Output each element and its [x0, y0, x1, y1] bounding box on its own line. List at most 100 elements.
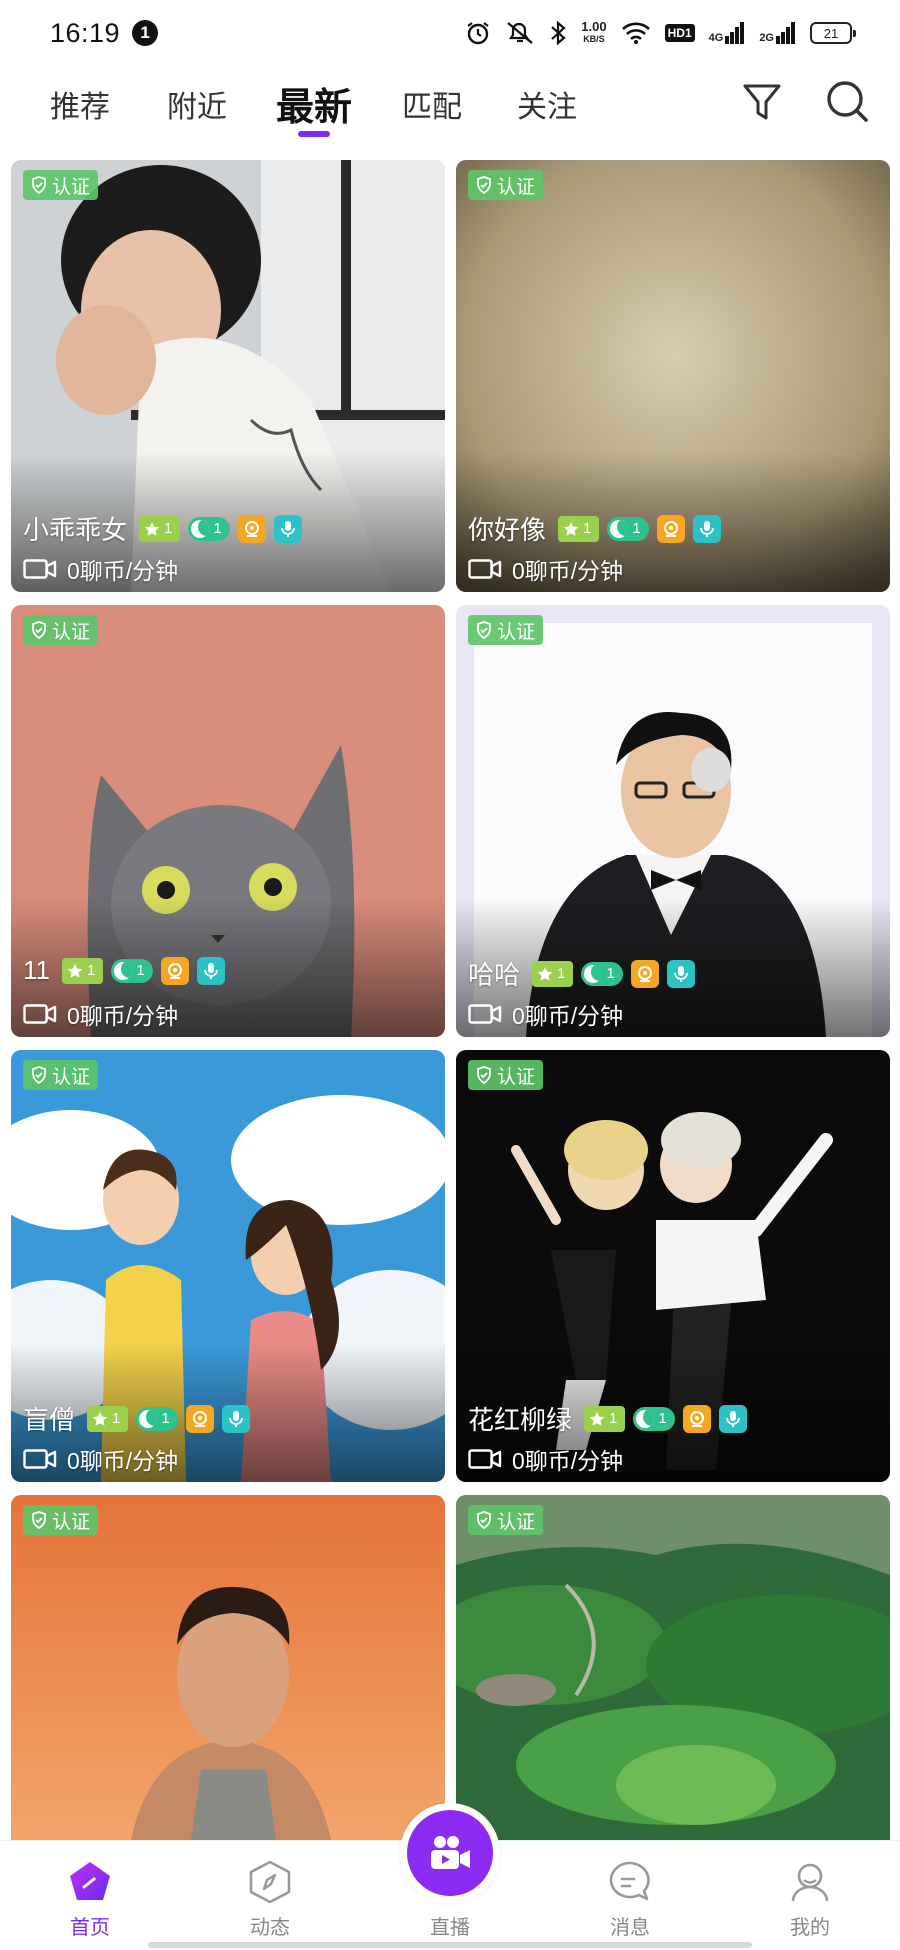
name-row: 你好像 1 1 [468, 510, 721, 547]
star-level-value: 1 [609, 1410, 618, 1427]
active-tab-indicator [298, 131, 330, 137]
name-row: 盲僧 1 1 [23, 1400, 250, 1437]
verified-label: 认证 [52, 176, 91, 198]
verified-badge: 认证 [23, 615, 99, 645]
status-icons: 1.00 KB/S HD1 4G 2G 21 [465, 20, 856, 46]
nav-label: 直播 [430, 1917, 470, 1939]
star-level-badge: 1 [584, 1405, 626, 1432]
user-card[interactable]: 认证 [456, 1495, 890, 1840]
moon-icon [114, 961, 133, 980]
star-icon [589, 1411, 605, 1426]
moon-level-badge: 1 [111, 958, 153, 983]
shield-check-icon [32, 621, 46, 640]
message-icon [609, 1861, 650, 1901]
video-call-icon [23, 1004, 57, 1024]
video-call-icon [468, 1004, 502, 1024]
camera-badge-icon [682, 1404, 711, 1433]
call-price: 0聊币/分钟 [67, 558, 179, 584]
home-icon [70, 1862, 110, 1900]
verified-label: 认证 [497, 1511, 536, 1533]
net-label-2g: 2G [759, 32, 774, 44]
verified-badge: 认证 [23, 170, 99, 200]
verified-label: 认证 [52, 1511, 91, 1533]
hd-badge: HD1 [664, 24, 695, 42]
moon-level-badge: 1 [188, 516, 230, 541]
moon-level-badge: 1 [136, 1406, 178, 1431]
video-call-icon [23, 1449, 57, 1469]
price-row: 0聊币/分钟 [23, 997, 178, 1031]
video-call-icon [468, 1449, 502, 1469]
nav-home[interactable]: 首页 [30, 1841, 150, 1940]
battery-indicator: 21 [810, 22, 856, 44]
search-icon[interactable] [824, 78, 870, 124]
shield-check-icon [477, 1066, 491, 1085]
nav-profile[interactable]: 我的 [750, 1841, 870, 1940]
price-row: 0聊币/分钟 [468, 1442, 623, 1476]
shield-check-icon [32, 176, 46, 195]
user-card[interactable]: 认证 [11, 1495, 445, 1840]
verified-badge: 认证 [468, 615, 544, 645]
user-card[interactable]: 认证 你好像 1 1 0聊币/分钟 [456, 160, 890, 592]
notification-badge: 1 [132, 20, 159, 46]
price-row: 0聊币/分钟 [468, 997, 623, 1031]
user-card[interactable]: 认证 小乖乖女 1 1 0聊币/分钟 [11, 160, 445, 592]
user-card[interactable]: 认证 盲僧 1 1 0聊币/分钟 [11, 1050, 445, 1482]
verified-badge: 认证 [468, 170, 544, 200]
user-name: 你好像 [468, 515, 547, 545]
user-name: 哈哈 [468, 960, 521, 990]
user-photo [456, 1495, 890, 1840]
shield-check-icon [477, 1511, 491, 1530]
filter-icon[interactable] [742, 80, 782, 124]
moon-level-value: 1 [213, 520, 222, 537]
alarm-icon [467, 22, 489, 45]
live-button[interactable] [400, 1803, 500, 1903]
mic-badge-icon [273, 514, 302, 543]
user-card[interactable]: 认证 哈哈 1 1 0聊币/分钟 [456, 605, 890, 1037]
verified-label: 认证 [52, 1066, 91, 1088]
star-icon [537, 966, 553, 981]
camera-badge-icon [185, 1404, 214, 1433]
mic-badge-icon [666, 959, 695, 988]
nav-moments[interactable]: 动态 [210, 1841, 330, 1940]
user-card[interactable]: 认证 花红柳绿 1 1 0聊币/分钟 [456, 1050, 890, 1482]
price-row: 0聊币/分钟 [23, 1442, 178, 1476]
name-row: 花红柳绿 1 1 [468, 1400, 747, 1437]
star-icon [92, 1411, 108, 1426]
verified-badge: 认证 [468, 1060, 544, 1090]
star-level-badge: 1 [62, 957, 104, 984]
tab-match[interactable]: 匹配 [402, 82, 462, 126]
tab-latest[interactable]: 最新 [276, 76, 352, 131]
nav-messages[interactable]: 消息 [570, 1841, 690, 1940]
profile-icon [791, 1863, 829, 1902]
compass-icon [249, 1860, 291, 1904]
mic-badge-icon [692, 514, 721, 543]
name-row: 小乖乖女 1 1 [23, 510, 302, 547]
net-label-4g: 4G [708, 32, 724, 44]
name-row: 哈哈 1 1 [468, 955, 695, 992]
signal-2g: 2G [759, 22, 796, 44]
top-tab-bar: 推荐 附近 最新 匹配 关注 [0, 72, 900, 144]
verified-label: 认证 [497, 621, 536, 643]
verified-badge: 认证 [23, 1505, 99, 1535]
live-camera-icon [431, 1836, 470, 1869]
signal-4g: 4G [709, 22, 746, 44]
moon-level-badge: 1 [607, 516, 649, 541]
moon-icon [636, 1409, 655, 1428]
nav-live[interactable]: 直播 [390, 1803, 510, 1940]
name-row: 11 1 1 [23, 955, 225, 986]
moon-level-value: 1 [658, 1410, 667, 1427]
camera-badge-icon [656, 514, 685, 543]
user-name: 盲僧 [23, 1405, 76, 1435]
tab-following[interactable]: 关注 [517, 82, 577, 126]
tab-nearby[interactable]: 附近 [167, 82, 227, 126]
tab-recommend[interactable]: 推荐 [50, 82, 110, 126]
user-photo [11, 1495, 445, 1840]
call-price: 0聊币/分钟 [67, 1448, 179, 1474]
user-card[interactable]: 认证 11 1 1 0聊币/分钟 [11, 605, 445, 1037]
star-level-value: 1 [87, 962, 96, 979]
moon-level-value: 1 [606, 965, 615, 982]
star-level-badge: 1 [87, 1405, 129, 1432]
call-price: 0聊币/分钟 [512, 1448, 624, 1474]
call-price: 0聊币/分钟 [512, 1003, 624, 1029]
verified-badge: 认证 [468, 1505, 544, 1535]
